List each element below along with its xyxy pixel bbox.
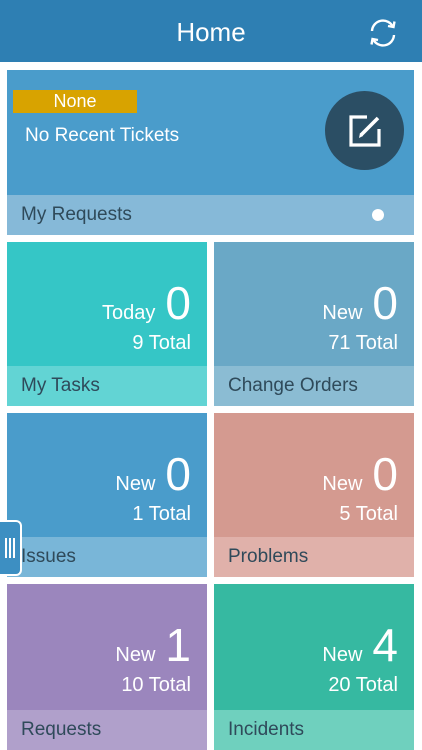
tile-title: Issues (7, 537, 207, 577)
tile-count: 0 (165, 448, 191, 500)
tile-title: Incidents (214, 710, 414, 750)
tile-total: 1 Total (132, 503, 191, 525)
tile-issues[interactable]: New 0 1 Total Issues (7, 413, 207, 577)
tile-total: 9 Total (132, 332, 191, 354)
tile-total: 5 Total (339, 503, 398, 525)
drawer-handle-bar (5, 538, 7, 558)
tile-title: My Tasks (7, 366, 207, 406)
tile-total: 20 Total (328, 674, 398, 696)
tile-count-label: Today (102, 302, 156, 324)
my-requests-label: My Requests (7, 195, 414, 235)
tile-problems[interactable]: New 0 5 Total Problems (214, 413, 414, 577)
compose-icon (348, 114, 381, 147)
tile-count-label: New (322, 473, 363, 495)
app-header: Home (0, 0, 422, 62)
compose-button[interactable] (325, 91, 404, 170)
sync-icon[interactable] (366, 17, 400, 49)
tile-total: 71 Total (328, 332, 398, 354)
drawer-handle-bar (13, 538, 15, 558)
tile-count: 0 (372, 277, 398, 329)
drawer-handle-bar (9, 538, 11, 558)
tile-count: 4 (372, 619, 398, 671)
my-requests-panel[interactable]: None No Recent Tickets My Requests (7, 70, 414, 235)
tile-count-label: New (115, 644, 156, 666)
tile-title: Change Orders (214, 366, 414, 406)
tile-my-tasks[interactable]: Today 0 9 Total My Tasks (7, 242, 207, 406)
tile-change-orders[interactable]: New 0 71 Total Change Orders (214, 242, 414, 406)
drawer-handle-icon[interactable] (0, 520, 22, 576)
tile-incidents[interactable]: New 4 20 Total Incidents (214, 584, 414, 750)
tile-count-label: New (322, 302, 363, 324)
no-tickets-message: No Recent Tickets (25, 125, 180, 146)
page-title: Home (176, 17, 246, 47)
tile-title: Requests (7, 710, 207, 750)
tile-title: Problems (214, 537, 414, 577)
tile-total: 10 Total (121, 674, 191, 696)
status-badge: None (13, 90, 137, 113)
tile-count: 0 (372, 448, 398, 500)
tile-requests[interactable]: New 1 10 Total Requests (7, 584, 207, 750)
tile-count: 1 (165, 619, 191, 671)
tile-count-label: New (322, 644, 363, 666)
tile-count-label: New (115, 473, 156, 495)
page-indicator-dot (372, 209, 384, 221)
tile-count: 0 (165, 277, 191, 329)
